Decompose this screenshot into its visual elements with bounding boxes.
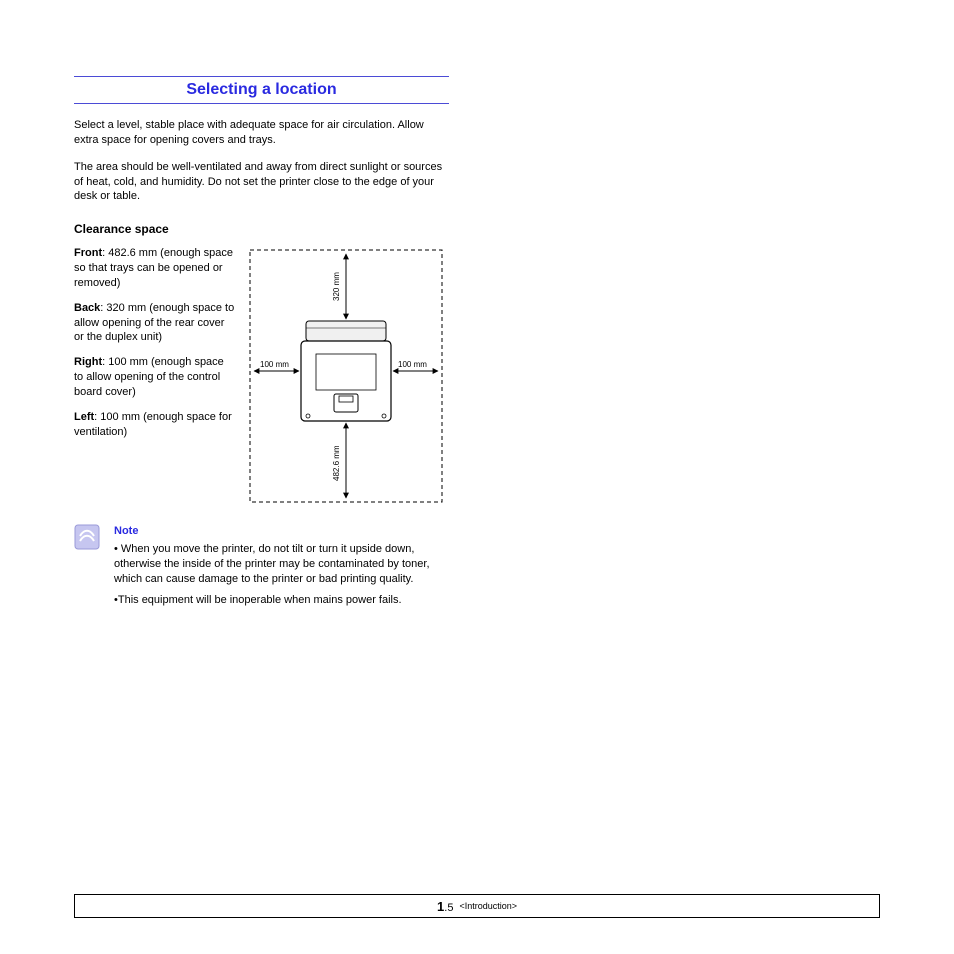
note-item-2: •This equipment will be inoperable when …: [114, 593, 449, 608]
footer-page-number: 5: [447, 902, 453, 914]
intro-paragraph-2: The area should be well-ventilated and a…: [74, 160, 449, 205]
clearance-left-text: : 100 mm (enough space for ventilation): [74, 411, 232, 438]
clearance-back: Back: 320 mm (enough space to allow open…: [74, 301, 236, 346]
diagram-bottom-label: 482.6 mm: [332, 445, 341, 481]
clearance-back-label: Back: [74, 302, 100, 314]
section-title: Selecting a location: [74, 76, 449, 104]
printer-icon: [301, 321, 391, 421]
page-footer: 1.5 <Introduction>: [74, 894, 880, 918]
clearance-front-label: Front: [74, 247, 102, 259]
note-item-1: • When you move the printer, do not tilt…: [114, 542, 449, 587]
clearance-left: Left: 100 mm (enough space for ventilati…: [74, 410, 236, 440]
note-icon: [74, 524, 100, 550]
clearance-heading: Clearance space: [74, 222, 449, 236]
note-block: Note • When you move the printer, do not…: [74, 524, 449, 607]
note-label: Note: [114, 524, 449, 539]
diagram-left-label: 100 mm: [260, 360, 289, 369]
clearance-right: Right: 100 mm (enough space to allow ope…: [74, 355, 236, 400]
intro-paragraph-1: Select a level, stable place with adequa…: [74, 118, 449, 148]
diagram-top-label: 320 mm: [332, 272, 341, 301]
clearance-diagram: 320 mm 482.6 mm 100 mm 100 mm: [246, 246, 446, 506]
clearance-list: Front: 482.6 mm (enough space so that tr…: [74, 246, 236, 506]
clearance-right-label: Right: [74, 356, 102, 368]
diagram-right-label: 100 mm: [398, 360, 427, 369]
clearance-left-label: Left: [74, 411, 94, 423]
footer-chapter-name: <Introduction>: [459, 901, 517, 911]
clearance-front: Front: 482.6 mm (enough space so that tr…: [74, 246, 236, 291]
